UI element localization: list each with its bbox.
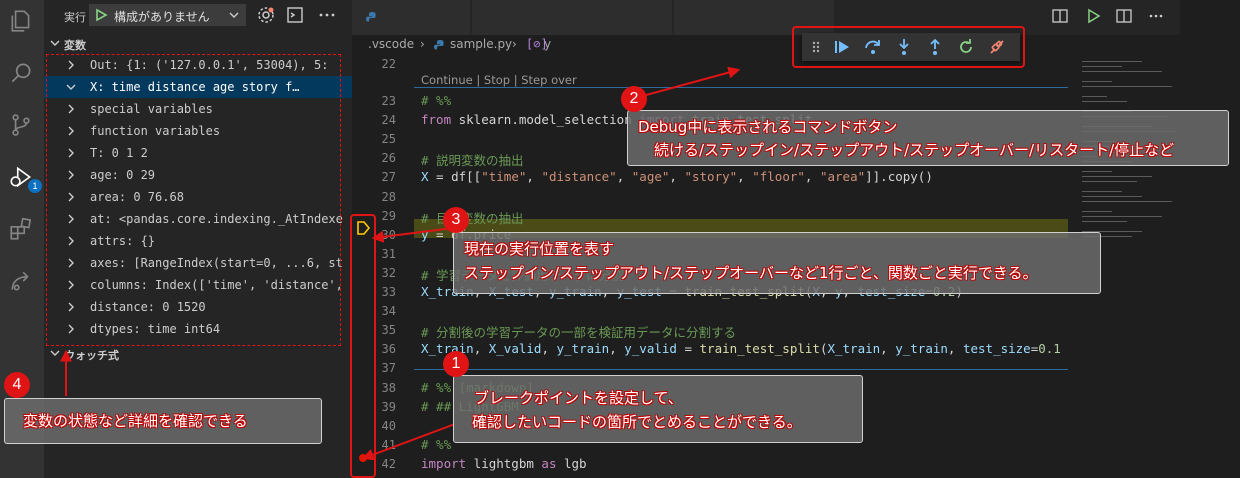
callout-1-line-2: 確認したいコードの箇所でとめることができる。: [472, 413, 802, 431]
code-line[interactable]: # 分割後の学習データの一部を検証用データに分割する: [421, 322, 736, 341]
code-line[interactable]: # 説明変数の抽出: [421, 150, 524, 169]
code-line[interactable]: # %%: [421, 93, 451, 108]
editor-tab[interactable]: [472, 0, 672, 35]
minimap-line: [1082, 196, 1142, 197]
callout-4-line-1: 変数の状態など詳細を確認できる: [23, 412, 248, 430]
debug-toolbar-highlight: [792, 26, 1025, 68]
minimap-line: [1082, 81, 1112, 82]
annotation-number: 4: [4, 372, 30, 398]
minimap-line: [1082, 96, 1107, 97]
code-line[interactable]: import lightgbm as lgb: [421, 456, 587, 471]
minimap-line: [1082, 86, 1172, 87]
debug-console-icon[interactable]: [285, 5, 305, 25]
callout-breakpoint: ブレークポイントを設定して、 確認したいコードの箇所でとめることができる。: [453, 375, 863, 443]
breadcrumb-symbol[interactable]: y: [544, 37, 551, 51]
callout-1-line-1: ブレークポイントを設定して、: [474, 389, 683, 407]
annotation-number: 2: [621, 86, 647, 112]
run-debug-icon[interactable]: 1: [6, 162, 42, 193]
explorer-icon[interactable]: [6, 6, 36, 36]
line-number: 26: [381, 151, 396, 166]
launch-config-label: 構成がありません: [114, 10, 210, 24]
run-label: 実行: [64, 11, 86, 24]
annotation-number: 3: [443, 207, 469, 233]
line-number: 28: [381, 189, 396, 204]
line-number: 24: [381, 113, 396, 128]
callout-2-line-1: Debug中に表示されるコマンドボタン: [638, 118, 898, 136]
cell-separator: [414, 87, 1068, 88]
gutter-highlight: [350, 214, 376, 478]
python-file-icon: [434, 40, 444, 50]
minimap-line: [1082, 191, 1122, 192]
source-control-icon[interactable]: [6, 110, 36, 140]
python-file-icon: [366, 12, 376, 22]
callout-2-line-2: 続ける/ステップイン/ステップアウト/ステップオーバー/リスタート/停止など: [654, 141, 1175, 159]
code-line[interactable]: X = df[["time", "distance", "age", "stor…: [421, 169, 933, 184]
more-actions-icon[interactable]: [317, 5, 337, 25]
code-line[interactable]: # %%: [421, 437, 451, 452]
chevron-down-icon: [50, 40, 60, 46]
chevron-down-icon: [50, 350, 60, 356]
line-number: 27: [381, 170, 396, 185]
gear-icon[interactable]: [256, 5, 276, 25]
launch-config-select[interactable]: 構成がありません: [89, 4, 246, 26]
minimap-line: [1082, 71, 1162, 72]
line-number: 25: [381, 132, 396, 147]
minimap-line: [1082, 66, 1122, 67]
minimap-line: [1082, 216, 1162, 217]
breadcrumb-folder[interactable]: .vscode: [368, 37, 414, 51]
minimap-line: [1082, 176, 1152, 177]
minimap-line: [1082, 221, 1127, 222]
code-line[interactable]: X_train, X_valid, y_train, y_valid = tra…: [421, 341, 1061, 356]
extensions-icon[interactable]: [6, 214, 36, 244]
minimap-line: [1082, 181, 1137, 182]
minimap-line: [1082, 101, 1127, 102]
minimap-line: [1082, 201, 1172, 202]
callout-variables: 変数の状態など詳細を確認できる: [4, 398, 322, 444]
callout-execution-position: 現在の実行位置を表す ステップイン/ステップアウト/ステップオーバーなど1行ごと…: [453, 232, 1101, 294]
remote-explorer-icon[interactable]: [6, 266, 36, 296]
breadcrumb-file[interactable]: sample.py: [450, 37, 512, 51]
editor-actions: [1052, 0, 1240, 478]
watch-section-title: ウォッチ式: [64, 349, 119, 362]
split-editor-icon[interactable]: [1116, 8, 1132, 24]
variables-highlight: [46, 54, 341, 346]
line-number: 22: [381, 57, 396, 71]
open-preview-icon[interactable]: [1052, 8, 1068, 24]
search-icon[interactable]: [6, 58, 36, 88]
callout-debug-toolbar: Debug中に表示されるコマンドボタン 続ける/ステップイン/ステップアウト/ス…: [627, 110, 1229, 166]
minimap-line: [1082, 171, 1112, 172]
variables-section-header[interactable]: 変数: [44, 34, 352, 54]
run-bar: 実行 構成がありません: [44, 0, 352, 30]
start-debug-icon[interactable]: [94, 8, 108, 22]
variables-section-title: 変数: [64, 39, 86, 52]
code-line[interactable]: # 目的変数の抽出: [421, 208, 524, 227]
editor-tab[interactable]: [352, 0, 470, 35]
chevron-down-icon: [229, 12, 239, 18]
minimap-line: [1082, 61, 1142, 62]
line-number: 23: [381, 94, 396, 108]
more-actions-icon[interactable]: [1148, 8, 1164, 24]
run-file-icon[interactable]: [1085, 8, 1101, 24]
breadcrumb-separator: ›: [512, 37, 517, 51]
annotation-number: 1: [443, 351, 469, 377]
callout-3-line-2: ステップイン/ステップアウト/ステップオーバーなど1行ごと、関数ごと実行できる。: [464, 264, 1038, 282]
breadcrumb-separator: ›: [420, 37, 425, 51]
codelens-actions[interactable]: Continue | Stop | Step over: [421, 73, 577, 87]
cell-separator: [414, 369, 1068, 370]
debug-badge: 1: [28, 179, 42, 193]
minimap-line: [1082, 211, 1112, 212]
watch-section-header[interactable]: ウォッチ式: [44, 344, 352, 364]
breadcrumb: .vscode › sample.py › [⊘] y: [352, 35, 1180, 55]
callout-3-line-1: 現在の実行位置を表す: [464, 240, 615, 258]
